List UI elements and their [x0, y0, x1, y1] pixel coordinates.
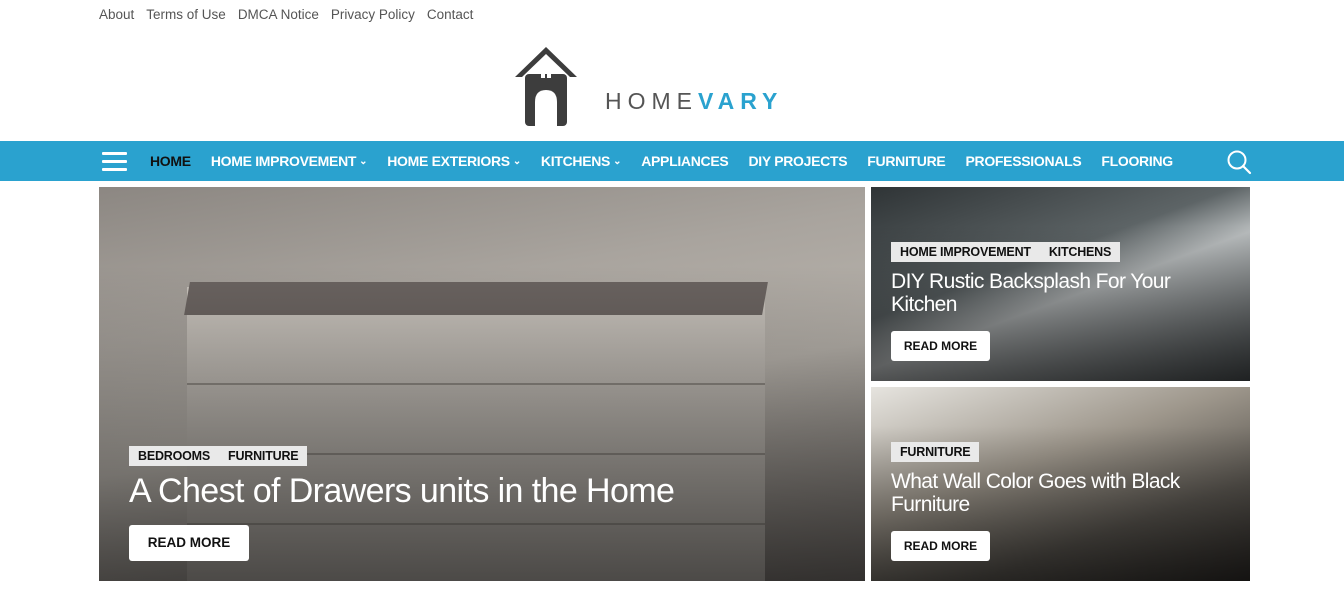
- house-logo-icon: [515, 47, 577, 126]
- nav-item-home[interactable]: HOME: [150, 153, 191, 169]
- category-tags: BEDROOMS FURNITURE: [129, 446, 308, 466]
- nav-item-home-improvement[interactable]: HOME IMPROVEMENT ⌄: [211, 153, 368, 169]
- top-links: About Terms of Use DMCA Notice Privacy P…: [99, 7, 473, 22]
- nav-item-diy-projects[interactable]: DIY PROJECTS: [748, 153, 847, 169]
- nav-item-home-exteriors[interactable]: HOME EXTERIORS ⌄: [387, 153, 521, 169]
- tag-home-improvement[interactable]: HOME IMPROVEMENT: [891, 242, 1040, 262]
- featured-side-title-1[interactable]: DIY Rustic Backsplash For Your Kitchen: [891, 270, 1231, 316]
- search-icon[interactable]: [1226, 149, 1252, 175]
- nav-item-kitchens[interactable]: KITCHENS ⌄: [541, 153, 622, 169]
- featured-main-title[interactable]: A Chest of Drawers units in the Home: [129, 472, 675, 510]
- top-link-privacy[interactable]: Privacy Policy: [331, 7, 415, 22]
- read-more-button[interactable]: READ MORE: [891, 531, 990, 561]
- featured-side-card-1[interactable]: HOME IMPROVEMENT KITCHENS DIY Rustic Bac…: [871, 187, 1250, 381]
- category-tags: HOME IMPROVEMENT KITCHENS: [891, 242, 1121, 262]
- featured-main-card[interactable]: BEDROOMS FURNITURE A Chest of Drawers un…: [99, 187, 865, 581]
- logo-text: HOMEVARY: [605, 88, 784, 114]
- top-link-contact[interactable]: Contact: [427, 7, 474, 22]
- tag-furniture[interactable]: FURNITURE: [891, 442, 979, 462]
- read-more-button[interactable]: READ MORE: [891, 331, 990, 361]
- chevron-down-icon: ⌄: [613, 155, 622, 167]
- top-link-about[interactable]: About: [99, 7, 134, 22]
- top-link-terms[interactable]: Terms of Use: [146, 7, 226, 22]
- nav-item-professionals[interactable]: PROFESSIONALS: [965, 153, 1081, 169]
- hamburger-icon[interactable]: [102, 152, 127, 171]
- top-link-dmca[interactable]: DMCA Notice: [238, 7, 319, 22]
- site-logo[interactable]: HOMEVARY: [513, 44, 833, 130]
- featured-side-title-2[interactable]: What Wall Color Goes with Black Furnitur…: [891, 470, 1236, 516]
- category-tags: FURNITURE: [891, 442, 980, 462]
- main-nav: HOME HOME IMPROVEMENT ⌄ HOME EXTERIORS ⌄ K…: [0, 141, 1344, 181]
- tag-furniture[interactable]: FURNITURE: [219, 446, 307, 466]
- nav-item-furniture[interactable]: FURNITURE: [867, 153, 945, 169]
- nav-item-appliances[interactable]: APPLIANCES: [641, 153, 729, 169]
- chevron-down-icon: ⌄: [512, 155, 521, 167]
- tag-bedrooms[interactable]: BEDROOMS: [129, 446, 219, 466]
- chevron-down-icon: ⌄: [359, 155, 368, 167]
- featured-side-card-2[interactable]: FURNITURE What Wall Color Goes with Blac…: [871, 387, 1250, 581]
- read-more-button[interactable]: READ MORE: [129, 525, 249, 561]
- tag-kitchens[interactable]: KITCHENS: [1040, 242, 1120, 262]
- nav-menu: HOME HOME IMPROVEMENT ⌄ HOME EXTERIORS ⌄ K…: [150, 141, 1193, 181]
- nav-item-flooring[interactable]: FLOORING: [1101, 153, 1173, 169]
